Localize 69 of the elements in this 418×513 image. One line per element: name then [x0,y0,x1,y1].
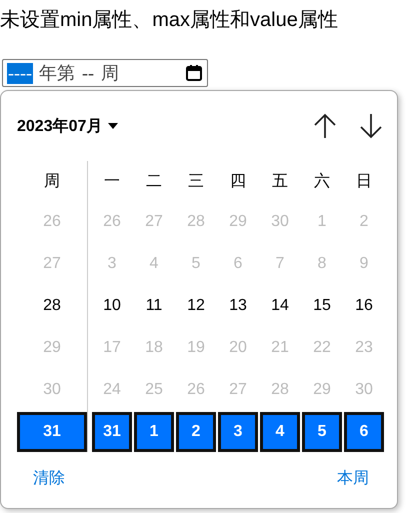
day-cell[interactable]: 16 [343,285,385,327]
day-cell[interactable]: 20 [217,327,259,369]
day-cell[interactable]: 30 [259,201,301,243]
day-cell[interactable]: 11 [133,285,175,327]
day-cell[interactable]: 1 [301,201,343,243]
input-label: 周 [100,62,119,85]
day-cell[interactable]: 8 [301,243,343,285]
day-cell[interactable]: 18 [133,327,175,369]
week-number[interactable]: 27 [17,243,87,285]
day-cell[interactable]: 4 [133,243,175,285]
calendar-icon[interactable] [185,64,203,82]
month-selector[interactable]: 2023年07月 [17,116,118,136]
weekday-header: 一 [103,172,121,192]
day-cell[interactable]: 1 [134,412,174,452]
day-cell[interactable]: 7 [259,243,301,285]
week-number[interactable]: 29 [17,327,87,369]
weekday-header: 日 [355,172,373,192]
day-cell[interactable]: 25 [133,369,175,411]
weekday-header: 六 [313,172,331,192]
day-cell[interactable]: 27 [217,369,259,411]
down-arrow-icon [360,113,382,139]
up-arrow-icon [314,113,336,139]
day-cell[interactable]: 23 [343,327,385,369]
input-segment[interactable]: ---- [7,62,33,84]
day-cell[interactable]: 28 [259,369,301,411]
day-cell[interactable]: 4 [260,412,300,452]
day-cell[interactable]: 3 [218,412,258,452]
week-column-header: 周 [43,172,61,192]
day-cell[interactable]: 24 [91,369,133,411]
week-number[interactable]: 30 [17,369,87,411]
day-cell[interactable]: 19 [175,327,217,369]
day-cell[interactable]: 5 [175,243,217,285]
day-cell[interactable]: 27 [133,201,175,243]
day-cell[interactable]: 10 [91,285,133,327]
week-number[interactable]: 26 [17,201,87,243]
caret-icon [108,123,118,129]
day-cell[interactable]: 2 [343,201,385,243]
day-cell[interactable]: 30 [343,369,385,411]
day-cell[interactable]: 9 [343,243,385,285]
day-cell[interactable]: 26 [91,201,133,243]
day-cell[interactable]: 15 [301,285,343,327]
day-cell[interactable]: 6 [344,412,384,452]
day-cell[interactable]: 14 [259,285,301,327]
weekday-header: 四 [229,172,247,192]
day-cell[interactable]: 26 [175,369,217,411]
week-number[interactable]: 28 [17,285,87,327]
day-cell[interactable]: 28 [175,201,217,243]
day-cell[interactable]: 29 [217,201,259,243]
weekday-header: 二 [145,172,163,192]
day-cell[interactable]: 21 [259,327,301,369]
clear-button[interactable]: 清除 [33,468,65,489]
this-week-button[interactable]: 本周 [337,468,369,489]
day-cell[interactable]: 29 [301,369,343,411]
day-cell[interactable]: 6 [217,243,259,285]
day-cell[interactable]: 3 [91,243,133,285]
weekday-header: 三 [187,172,205,192]
day-cell[interactable]: 13 [217,285,259,327]
day-cell[interactable]: 5 [302,412,342,452]
day-cell[interactable]: 2 [176,412,216,452]
day-cell[interactable]: 31 [92,412,132,452]
weekday-header: 五 [271,172,289,192]
day-cell[interactable]: 12 [175,285,217,327]
week-input-field[interactable]: ---- 年第 -- 周 [2,59,208,87]
week-number[interactable]: 31 [17,412,87,452]
day-cell[interactable]: 22 [301,327,343,369]
day-cell[interactable]: 17 [91,327,133,369]
input-segment[interactable]: -- [80,62,95,84]
input-label: 年第 [38,62,75,85]
page-heading: 未设置min属性、max属性和value属性 [0,8,339,32]
